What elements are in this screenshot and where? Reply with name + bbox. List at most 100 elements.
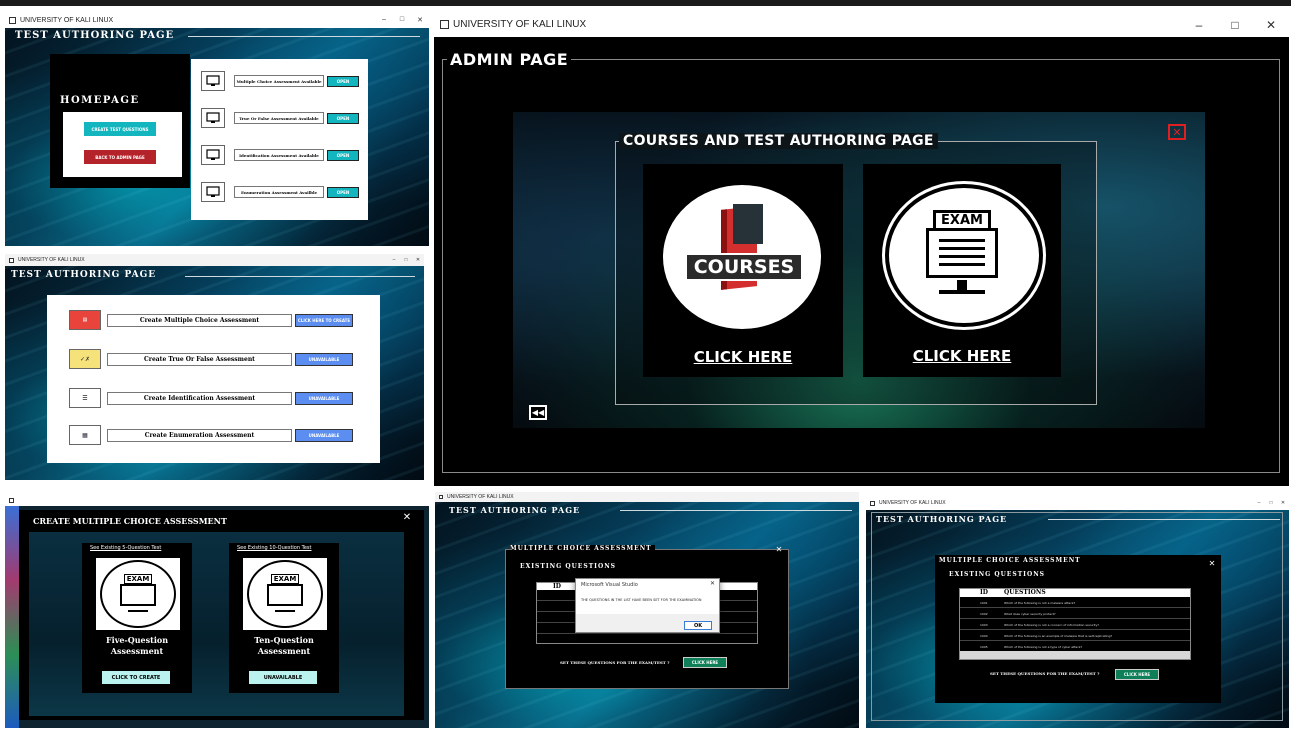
window-test-authoring-home: UNIVERSITY OF KALI LINUX – □ ✕ TEST AUTH… [5,12,429,246]
col-id-header: ID [980,589,989,596]
page-heading: TEST AUTHORING PAGE [11,270,157,280]
table-header: ID QUESTIONS [960,589,1190,597]
row-label-identification: Identification Assessment Available [234,149,324,161]
row-label-create-multiple-choice: Create Multiple Choice Assessment [107,314,292,327]
open-button-true-false[interactable]: OPEN [327,113,359,124]
titlebar: UNIVERSITY OF KALI LINUX [435,492,859,502]
exam-click-here-link[interactable]: CLICK HERE [863,347,1061,365]
click-here-button[interactable]: CLICK HERE [683,657,727,668]
sub-heading: EXISTING QUESTIONS [520,563,617,570]
dialog-close-icon[interactable]: ✕ [710,580,715,587]
page-heading: CREATE MULTIPLE CHOICE ASSESSMENT [33,516,227,526]
minimize-icon[interactable]: – [1181,18,1217,32]
row-label-enumeration: Enumeration Assessment Availble [234,186,324,198]
exam-label-icon: EXAM [124,574,152,584]
five-question-name: Five-Question Assessment [105,635,169,656]
unavailable-button-identification[interactable]: UNAVAILABLE [295,392,353,405]
courses-click-here-link[interactable]: CLICK HERE [643,348,843,366]
minimize-icon[interactable]: – [1253,500,1265,506]
ten-question-name: Ten-Question Assessment [254,635,314,656]
click-here-to-create-button[interactable]: CLICK HERE TO CREATE [295,314,353,327]
collage: UNIVERSITY OF KALI LINUX – □ ✕ TEST AUTH… [0,0,1291,737]
maximize-icon[interactable]: □ [1217,18,1253,32]
back-rewind-icon[interactable]: ◀◀ [529,405,547,420]
create-test-questions-button[interactable]: CREATE TEST QUESTIONS [84,122,156,136]
see-existing-10-link[interactable]: See Existing 10-Question Test [237,545,311,551]
dialog-ok-button[interactable]: OK [684,621,712,630]
panel-title: MULTIPLE CHOICE ASSESSMENT [939,557,1081,564]
page-heading: TEST AUTHORING PAGE [876,514,1008,524]
panel-title: COURSES AND TEST AUTHORING PAGE [619,133,938,149]
back-to-admin-button[interactable]: BACK TO ADMIN PAGE [84,150,156,164]
close-icon[interactable]: ✕ [1253,18,1289,32]
message-dialog: Microsoft Visual Studio ✕ THE QUESTIONS … [575,578,720,633]
table-row[interactable]: 1002 What does cyber security protect? [960,609,1190,619]
close-x-icon[interactable]: ✕ [774,545,784,555]
unavailable-button-true-false[interactable]: UNAVAILABLE [295,353,353,366]
row-label-create-enumeration: Create Enumeration Assessment [107,429,292,442]
close-x-icon[interactable]: ✕ [1207,559,1217,569]
click-here-button[interactable]: CLICK HERE [1115,669,1159,680]
exam-icon-card: EXAM [243,558,327,630]
create-mc-panel: CREATE MULTIPLE CHOICE ASSESSMENT ✕ See … [19,510,424,720]
table-row[interactable]: 1003 Which of the following is not a con… [960,620,1190,630]
courses-card[interactable]: COURSES CLICK HERE [643,164,843,377]
exam-label-icon: EXAM [271,574,299,584]
maximize-icon[interactable]: □ [400,257,412,263]
see-existing-5-link[interactable]: See Existing 5-Question Test [90,545,161,551]
app-icon [440,20,449,29]
monitor-icon [120,584,156,606]
questions-table: ID QUESTIONS 1001 Which of the following… [959,588,1191,660]
close-x-icon[interactable]: ✕ [1168,124,1186,140]
courses-banner: COURSES [685,253,803,281]
top-strip [0,0,1291,6]
homepage-label: HOMEPAGE [60,95,140,106]
exam-card[interactable]: EXAM CLICK HERE [863,164,1061,377]
table-row[interactable]: 1004 Which of the following is an exampl… [960,631,1190,641]
unavailable-button-enumeration[interactable]: UNAVAILABLE [295,429,353,442]
minimize-icon[interactable]: – [388,257,400,263]
sub-heading: EXISTING QUESTIONS [949,571,1046,578]
page-heading: TEST AUTHORING PAGE [449,505,581,515]
titlebar [5,494,429,506]
click-to-create-button[interactable]: CLICK TO CREATE [102,671,170,684]
five-question-card: See Existing 5-Question Test EXAM Five-Q… [82,543,192,693]
enumeration-icon: ▦ [69,425,101,445]
row-label-create-identification: Create Identification Assessment [107,392,292,405]
row-label-multiple-choice: Multiple Choice Assessment Available [234,75,324,87]
identification-icon: ☰ [69,388,101,408]
open-button-multiple-choice[interactable]: OPEN [327,76,359,87]
home-panel: HOMEPAGE CREATE TEST QUESTIONS BACK TO A… [50,54,190,188]
app-icon [9,257,14,263]
minimize-icon[interactable]: – [375,16,393,24]
monitor-icon [267,584,303,606]
monitor-icon [201,182,225,202]
window-title: UNIVERSITY OF KALI LINUX [20,16,114,24]
maximize-icon[interactable]: □ [393,16,411,24]
footer-question: SET THESE QUESTIONS FOR THE EXAM/TEST ? [990,671,1100,676]
close-icon[interactable]: ✕ [412,257,424,263]
table-row[interactable]: 1001 Which of the following is not a mal… [960,598,1190,608]
open-button-identification[interactable]: OPEN [327,150,359,161]
close-icon[interactable]: ✕ [411,16,429,24]
app-icon [870,500,875,506]
maximize-icon[interactable]: □ [1265,500,1277,506]
window-title: UNIVERSITY OF KALI LINUX [879,500,946,506]
dialog-title: Microsoft Visual Studio [581,582,638,588]
heading-rule [620,510,852,511]
col-questions-header: QUESTIONS [1004,589,1046,596]
unavailable-button[interactable]: UNAVAILABLE [249,671,317,684]
monitor-icon [201,145,225,165]
close-x-icon[interactable]: ✕ [401,512,413,524]
window-title: UNIVERSITY OF KALI LINUX [447,494,514,500]
titlebar: UNIVERSITY OF KALI LINUX – □ ✕ [866,496,1289,510]
stand-icon [128,610,148,612]
close-icon[interactable]: ✕ [1277,500,1289,506]
mc-panel: MULTIPLE CHOICE ASSESSMENT ✕ EXISTING QU… [505,545,789,689]
table-scroll-track[interactable] [960,651,1190,659]
app-icon [9,497,14,503]
footer-question: SET THESE QUESTIONS FOR THE EXAM/TEST ? [560,660,670,665]
monitor-icon [201,71,225,91]
window-admin-page: UNIVERSITY OF KALI LINUX – □ ✕ ADMIN PAG… [434,12,1289,486]
open-button-enumeration[interactable]: OPEN [327,187,359,198]
